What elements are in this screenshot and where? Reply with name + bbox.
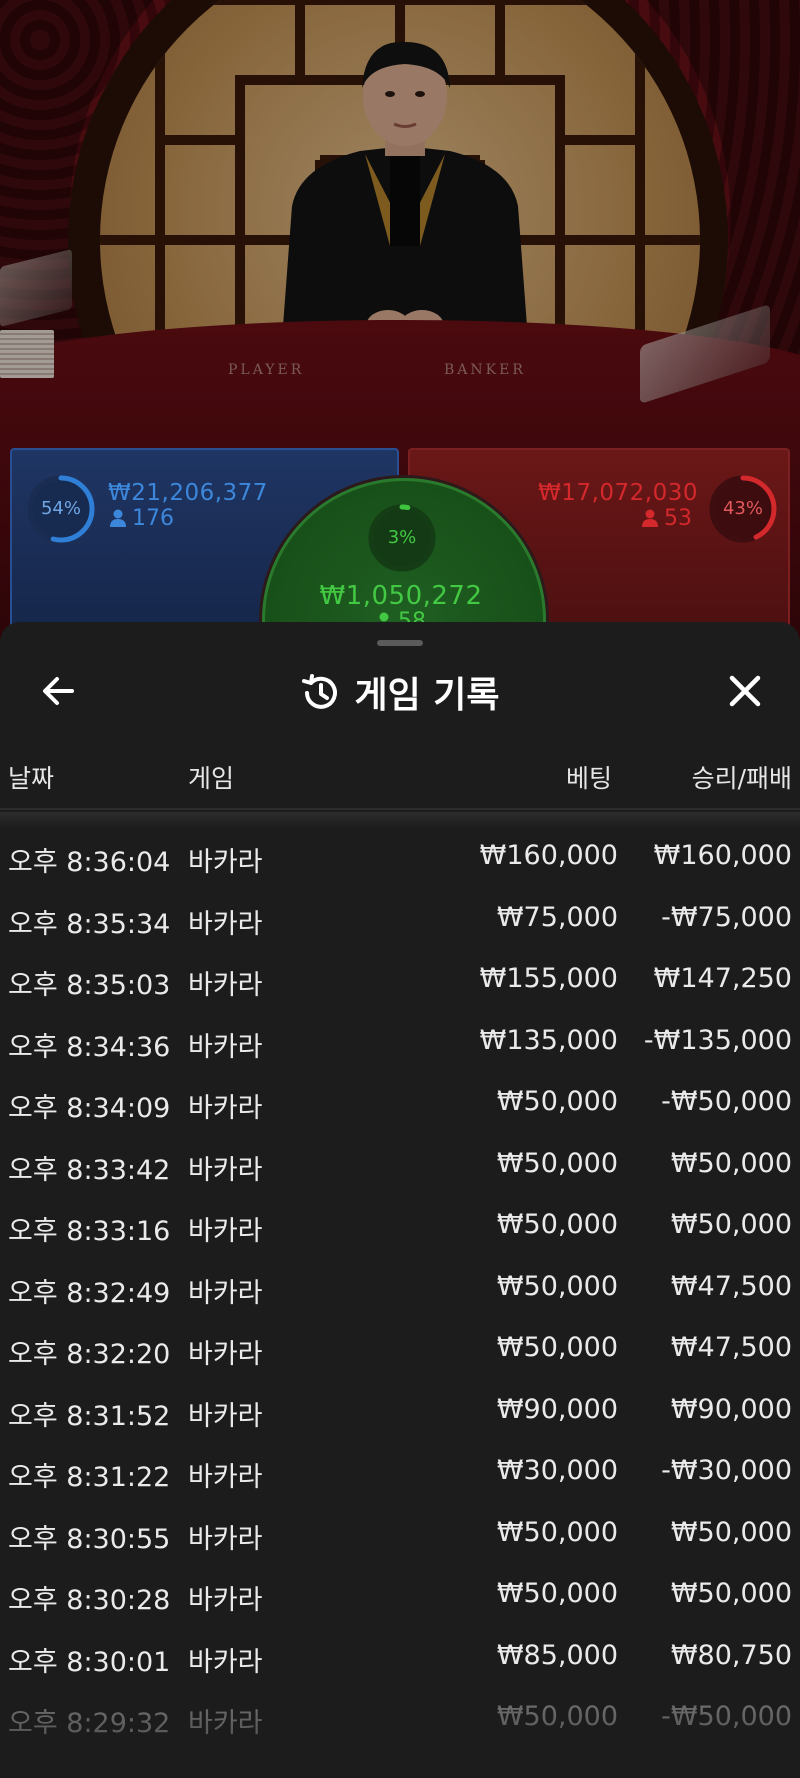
row-game: 바카라 — [188, 1400, 263, 1432]
sheet-drag-handle[interactable] — [377, 640, 423, 646]
column-header-bet[interactable]: 베팅 — [566, 759, 612, 795]
row-game: 바카라 — [188, 1031, 263, 1063]
row-date: 오후 8:32:20 — [8, 1339, 171, 1370]
row-bet-amount: ₩85,000 — [496, 1639, 618, 1671]
person-icon — [642, 509, 658, 527]
history-row[interactable]: 오후 8:30:55 바카라 ₩50,000 ₩50,000 — [0, 1503, 800, 1565]
sheet-header: 게임 기록 — [0, 650, 800, 730]
row-date: 오후 8:35:34 — [8, 908, 171, 940]
header-divider — [0, 808, 800, 810]
row-game: 바카라 — [188, 847, 263, 878]
row-date: 오후 8:34:09 — [8, 1093, 171, 1124]
row-game: 바카라 — [188, 1093, 263, 1124]
player-percent: 54% — [40, 498, 81, 519]
row-bet-amount: ₩90,000 — [496, 1393, 618, 1425]
row-win-loss: ₩47,500 — [670, 1332, 792, 1363]
row-bet-amount: ₩75,000 — [496, 901, 618, 933]
row-date: 오후 8:31:52 — [8, 1400, 171, 1432]
sheet-title-wrap: 게임 기록 — [0, 666, 800, 718]
column-header-game[interactable]: 게임 — [188, 759, 234, 795]
row-game: 바카라 — [188, 1646, 263, 1678]
row-win-loss: ₩90,000 — [670, 1393, 792, 1425]
tie-bet-amount: ₩1,050,272 — [319, 581, 483, 611]
row-game: 바카라 — [188, 1585, 263, 1616]
row-bet-amount: ₩50,000 — [496, 1578, 618, 1609]
row-date: 오후 8:30:55 — [8, 1523, 171, 1555]
banker-bet-amount: ₩17,072,030 — [538, 480, 698, 506]
row-game: 바카라 — [188, 1339, 263, 1370]
history-table-body: 오후 8:36:04 바카라 ₩160,000 ₩160,000 오후 8:35:34 바… — [0, 826, 800, 1749]
row-win-loss: ₩160,000 — [653, 840, 792, 871]
row-game: 바카라 — [188, 908, 263, 940]
player-bettor-count: 176 — [110, 506, 174, 531]
row-date: 오후 8:30:01 — [8, 1646, 171, 1678]
history-row[interactable]: 오후 8:31:52 바카라 ₩90,000 ₩90,000 — [0, 1380, 800, 1442]
close-icon — [729, 675, 761, 707]
column-header-result[interactable]: 승리/패배 — [692, 759, 792, 795]
player-bettor-count-value: 176 — [132, 506, 174, 531]
row-date: 오후 8:36:04 — [8, 847, 171, 878]
row-win-loss: -₩50,000 — [661, 1086, 792, 1117]
banker-bettor-count: 53 — [642, 506, 692, 531]
tie-percent: 3% — [387, 527, 417, 548]
person-icon — [110, 509, 126, 527]
row-game: 바카라 — [188, 970, 263, 1001]
row-win-loss: ₩50,000 — [670, 1209, 792, 1240]
row-date: 오후 8:35:03 — [8, 970, 171, 1001]
history-table-header: 날짜 게임 베팅 승리/패배 — [0, 759, 800, 809]
row-bet-amount: ₩135,000 — [479, 1024, 618, 1056]
row-win-loss: -₩135,000 — [643, 1024, 792, 1056]
row-bet-amount: ₩50,000 — [496, 1270, 618, 1302]
row-game: 바카라 — [188, 1523, 263, 1555]
row-date: 오후 8:34:36 — [8, 1031, 171, 1063]
row-date: 오후 8:30:28 — [8, 1585, 171, 1616]
history-row[interactable]: 오후 8:34:36 바카라 ₩135,000 -₩135,000 — [0, 1011, 800, 1073]
row-bet-amount: ₩50,000 — [496, 1332, 618, 1363]
row-date: 오후 8:33:16 — [8, 1216, 171, 1247]
row-win-loss: ₩80,750 — [670, 1639, 792, 1671]
history-row[interactable]: 오후 8:30:01 바카라 ₩85,000 ₩80,750 — [0, 1626, 800, 1688]
row-bet-amount: ₩50,000 — [496, 1516, 618, 1548]
row-game: 바카라 — [188, 1216, 263, 1247]
row-win-loss: ₩147,250 — [653, 963, 792, 994]
list-fade-overlay — [0, 1702, 800, 1778]
history-row[interactable]: 오후 8:30:28 바카라 ₩50,000 ₩50,000 — [0, 1564, 800, 1626]
row-game: 바카라 — [188, 1462, 263, 1493]
row-win-loss: -₩75,000 — [661, 901, 792, 933]
row-win-loss: ₩50,000 — [670, 1147, 792, 1179]
history-row[interactable]: 오후 8:34:09 바카라 ₩50,000 -₩50,000 — [0, 1072, 800, 1134]
column-header-date[interactable]: 날짜 — [8, 759, 54, 795]
history-row[interactable]: 오후 8:35:03 바카라 ₩155,000 ₩147,250 — [0, 949, 800, 1011]
history-row[interactable]: 오후 8:33:42 바카라 ₩50,000 ₩50,000 — [0, 1134, 800, 1196]
row-bet-amount: ₩50,000 — [496, 1147, 618, 1179]
row-date: 오후 8:33:42 — [8, 1154, 171, 1186]
row-win-loss: ₩47,500 — [670, 1270, 792, 1302]
row-game: 바카라 — [188, 1154, 263, 1186]
row-bet-amount: ₩155,000 — [479, 963, 618, 994]
row-bet-amount: ₩50,000 — [496, 1209, 618, 1240]
row-bet-amount: ₩160,000 — [479, 840, 618, 871]
sheet-title: 게임 기록 — [354, 675, 500, 716]
history-row[interactable]: 오후 8:33:16 바카라 ₩50,000 ₩50,000 — [0, 1195, 800, 1257]
row-date: 오후 8:32:49 — [8, 1277, 171, 1309]
game-history-sheet: 게임 기록 날짜 게임 베팅 승리/패배 오후 8:36:04 바카라 ₩160,0… — [0, 622, 800, 1778]
row-bet-amount: ₩50,000 — [496, 1086, 618, 1117]
history-row[interactable]: 오후 8:31:22 바카라 ₩30,000 -₩30,000 — [0, 1441, 800, 1503]
row-win-loss: -₩30,000 — [661, 1455, 792, 1486]
row-game: 바카라 — [188, 1277, 263, 1309]
history-icon — [302, 674, 338, 709]
row-win-loss: ₩50,000 — [670, 1516, 792, 1548]
player-bet-amount: ₩21,206,377 — [108, 480, 268, 506]
row-win-loss: ₩50,000 — [670, 1578, 792, 1609]
row-bet-amount: ₩30,000 — [496, 1455, 618, 1486]
history-row[interactable]: 오후 8:32:20 바카라 ₩50,000 ₩47,500 — [0, 1318, 800, 1380]
history-row[interactable]: 오후 8:36:04 바카라 ₩160,000 ₩160,000 — [0, 826, 800, 888]
history-row[interactable]: 오후 8:35:34 바카라 ₩75,000 -₩75,000 — [0, 888, 800, 950]
row-date: 오후 8:31:22 — [8, 1462, 171, 1493]
history-row[interactable]: 오후 8:32:49 바카라 ₩50,000 ₩47,500 — [0, 1257, 800, 1319]
banker-percent: 43% — [722, 498, 763, 519]
close-button[interactable] — [722, 668, 768, 714]
banker-bettor-count-value: 53 — [664, 506, 692, 531]
